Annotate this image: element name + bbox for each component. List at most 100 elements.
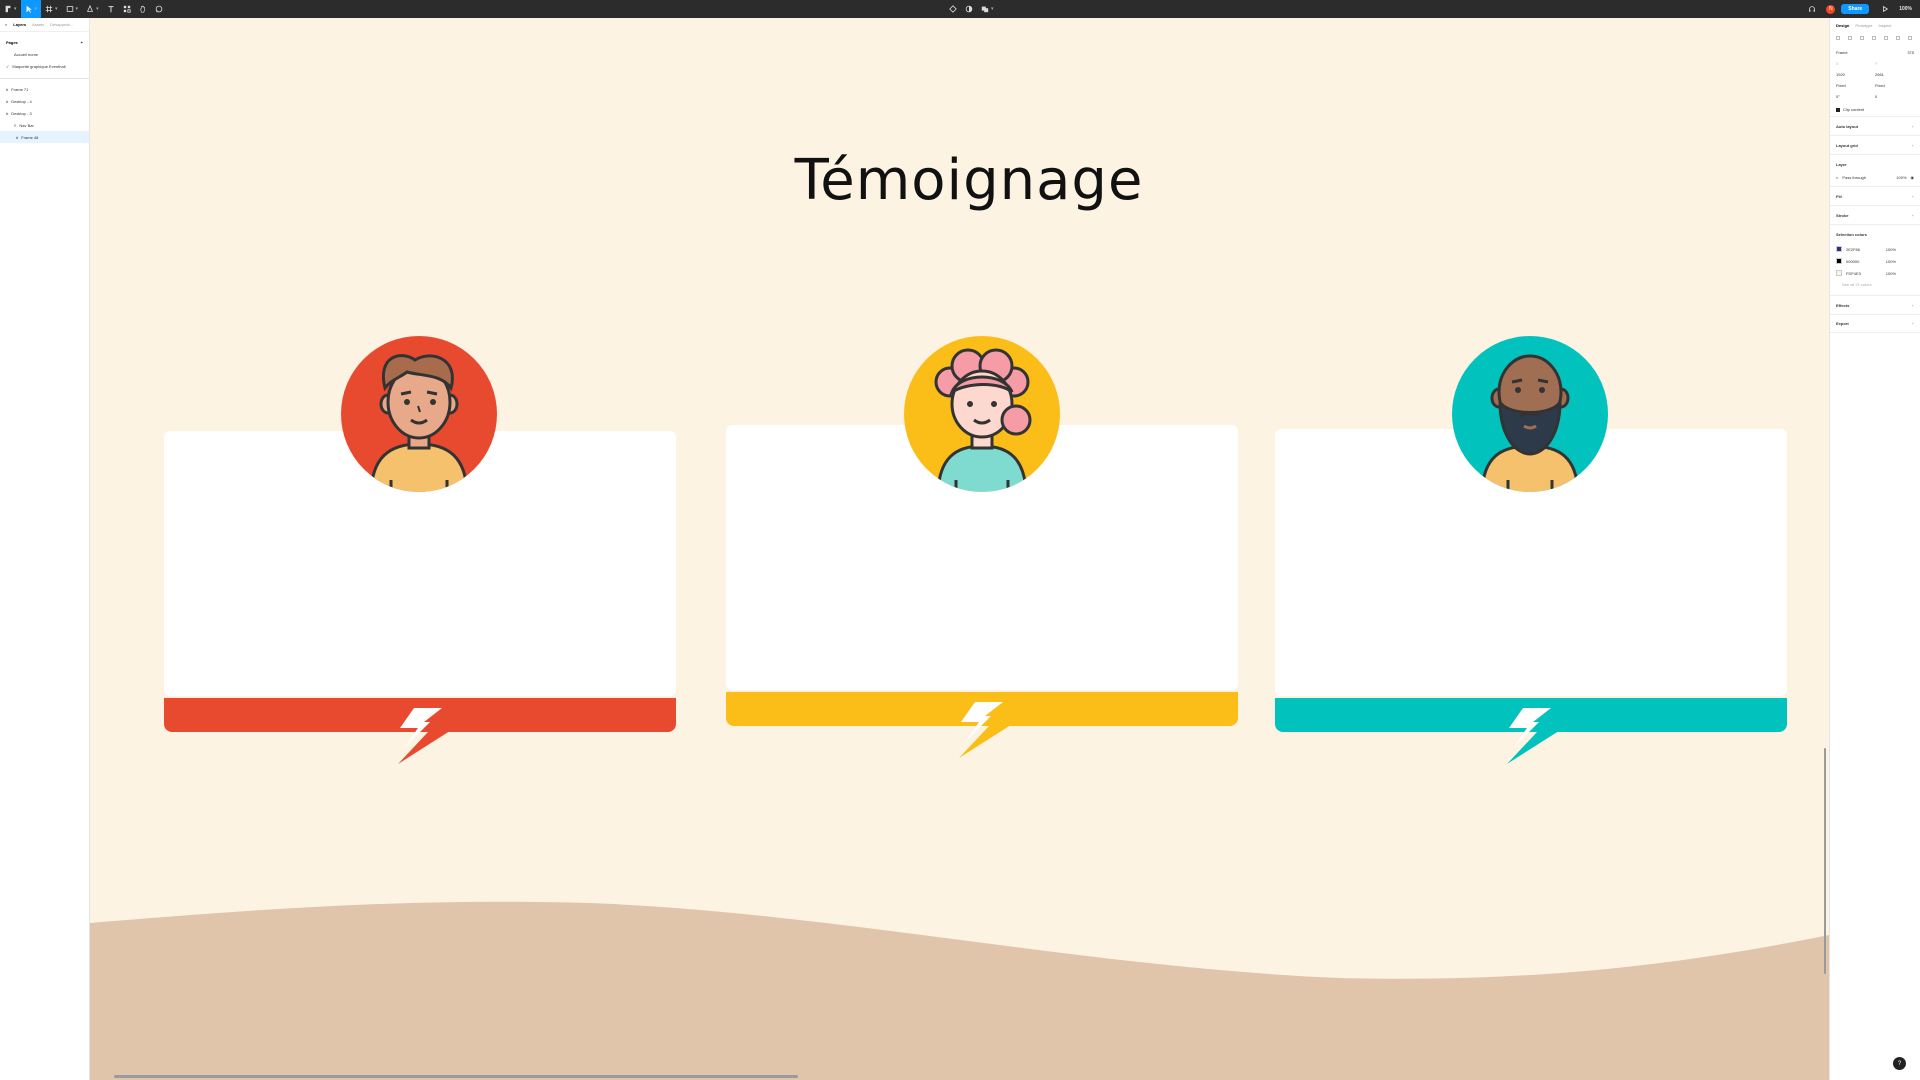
clip-content-checkbox[interactable]: Clip content — [1830, 103, 1920, 116]
boolean-ops-button[interactable]: ▾ — [977, 0, 998, 18]
chevron-down-icon: ▾ — [75, 6, 79, 12]
audio-call-button[interactable] — [1804, 0, 1820, 18]
layer-row-selected[interactable]: # Frame 48 — [0, 131, 89, 143]
color-swatch[interactable] — [1836, 258, 1842, 264]
pages-title: Pages — [6, 40, 18, 45]
move-tool-button[interactable]: ▾ — [20, 0, 42, 18]
comment-tool-button[interactable] — [151, 0, 167, 18]
color-opacity[interactable]: 100% — [1886, 259, 1896, 264]
color-hex[interactable]: 2E2F86 — [1846, 247, 1860, 252]
tab-assets[interactable]: Assets — [32, 22, 44, 27]
search-icon[interactable]: ⌕ — [5, 22, 7, 27]
frame-type-dropdown[interactable]: Frame — [1836, 50, 1848, 55]
page-item[interactable]: Accueil home — [0, 48, 89, 60]
section-label: Auto layout — [1836, 123, 1858, 129]
chevron-down-icon: ▾ — [14, 6, 17, 12]
layer-row[interactable]: # Desktop - 4 — [0, 95, 89, 107]
man-brown-hair-avatar — [341, 336, 497, 492]
mask-button[interactable] — [961, 0, 977, 18]
add-icon[interactable]: + — [1912, 143, 1914, 148]
panel-divider — [0, 78, 89, 79]
color-swatch[interactable] — [1836, 270, 1842, 276]
color-opacity[interactable]: 100% — [1886, 271, 1896, 276]
page-item[interactable]: ✓ Maquette graphique Eventhall — [0, 60, 89, 72]
selection-color-row[interactable]: 000000 100% — [1830, 255, 1920, 267]
color-hex[interactable]: FDF4E3 — [1846, 271, 1861, 276]
rotation-input[interactable]: 0° — [1836, 94, 1875, 99]
align-left-icon[interactable] — [1836, 36, 1840, 40]
opacity-input[interactable]: 100% — [1896, 175, 1906, 180]
selection-color-row[interactable]: FDF4E3 100% — [1830, 267, 1920, 279]
align-center-icon[interactable] — [1848, 36, 1852, 40]
tab-inspect[interactable]: Inspect — [1878, 23, 1891, 28]
help-button[interactable]: ? — [1893, 1057, 1906, 1070]
blend-mode-dropdown[interactable]: Pass through — [1842, 175, 1866, 180]
corner-radius-input[interactable]: 0 — [1875, 94, 1914, 99]
color-opacity[interactable]: 100% — [1886, 247, 1896, 252]
add-icon[interactable]: + — [1912, 194, 1914, 199]
main-menu-button[interactable]: ▾ — [0, 0, 21, 18]
chevron-down-icon: ▾ — [55, 6, 58, 12]
align-top-icon[interactable] — [1872, 36, 1876, 40]
chevron-down-icon: ▾ — [96, 6, 99, 12]
layer-row[interactable]: # Frame 71 — [0, 83, 89, 95]
speech-tail-1 — [398, 708, 464, 764]
layer-row[interactable]: # Desktop - 3 — [0, 107, 89, 119]
see-all-colors-link[interactable]: See all 21 colors — [1830, 279, 1920, 295]
height-mode-dropdown[interactable]: Fixed — [1875, 83, 1914, 88]
x-input[interactable]: 1920 — [1836, 72, 1875, 77]
color-hex[interactable]: 000000 — [1846, 259, 1859, 264]
play-icon — [1883, 5, 1889, 13]
horizontal-scrollbar[interactable] — [114, 1075, 798, 1078]
add-icon[interactable]: + — [1912, 124, 1914, 129]
hand-tool-button[interactable] — [135, 0, 151, 18]
frame-tool-button[interactable]: ▾ — [41, 0, 62, 18]
tab-design[interactable]: Design — [1836, 23, 1849, 28]
component-tool-button[interactable] — [945, 0, 961, 18]
cursor-arrow-icon — [26, 5, 32, 13]
layer-label: Nav Bar — [19, 122, 34, 128]
color-swatch[interactable] — [1836, 246, 1842, 252]
eye-icon[interactable]: ◉ — [1911, 175, 1915, 180]
zoom-level-dropdown[interactable]: 100% — [1899, 6, 1912, 12]
frame-preset-value[interactable]: 375 — [1907, 50, 1914, 55]
align-right-icon[interactable] — [1860, 36, 1864, 40]
pages-header: Pages + — [0, 32, 89, 48]
present-button[interactable] — [1877, 0, 1893, 18]
tab-page-dropdown[interactable]: Désapprob... — [50, 22, 73, 27]
text-tool-button[interactable] — [103, 0, 119, 18]
add-page-icon[interactable]: + — [81, 40, 83, 45]
effects-section: Effects + — [1830, 295, 1920, 314]
component-diamond-icon — [949, 5, 957, 13]
align-middle-icon[interactable] — [1884, 36, 1888, 40]
page-label: Maquette graphique Eventhall — [12, 63, 66, 69]
tab-prototype[interactable]: Prototype — [1855, 23, 1872, 28]
shape-tool-button[interactable]: ▾ — [62, 0, 83, 18]
tab-layers[interactable]: Layers — [13, 22, 26, 27]
width-mode-dropdown[interactable]: Fixed — [1836, 83, 1875, 88]
add-icon[interactable]: + — [1912, 213, 1914, 218]
alignment-toolbar — [1830, 32, 1920, 44]
section-label: Effects — [1836, 302, 1850, 308]
selection-colors-section: Selection colors — [1830, 224, 1920, 243]
layer-row[interactable]: ≡ Nav Bar — [0, 119, 89, 131]
stroke-section: Stroke + — [1830, 205, 1920, 224]
toolbar-right-group: N Share 100% — [1804, 0, 1920, 18]
align-bottom-icon[interactable] — [1896, 36, 1900, 40]
share-button[interactable]: Share — [1841, 4, 1870, 14]
layer-label: Desktop - 4 — [11, 98, 32, 104]
resources-button[interactable] — [119, 0, 135, 18]
pen-icon — [87, 5, 94, 12]
y-label: Y — [1875, 61, 1878, 66]
frame-hash-icon: # — [16, 134, 19, 140]
vertical-scrollbar[interactable] — [1824, 748, 1826, 974]
selection-color-row[interactable]: 2E2F86 100% — [1830, 243, 1920, 255]
design-canvas[interactable]: Témoignage — [90, 18, 1829, 1080]
collaborator-avatar[interactable]: N — [1826, 4, 1836, 14]
y-input[interactable]: 2661 — [1875, 72, 1914, 77]
pen-tool-button[interactable]: ▾ — [82, 0, 103, 18]
layer-blend-row: ◐ Pass through 100% ◉ — [1830, 173, 1920, 186]
add-icon[interactable]: + — [1912, 303, 1914, 308]
add-icon[interactable]: + — [1912, 321, 1914, 326]
distribute-icon[interactable] — [1908, 36, 1912, 40]
